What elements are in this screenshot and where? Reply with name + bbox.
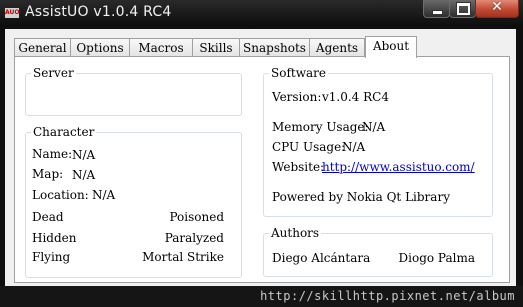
status-hidden: Hidden <box>32 231 77 245</box>
status-paralyzed: Paralyzed <box>164 231 224 245</box>
website-label: Website: <box>272 160 325 174</box>
map-value: N/A <box>72 168 96 182</box>
watermark-text: http://skillhttp.pixnet.net/album <box>0 286 523 307</box>
title-bar[interactable]: AUO AssistUO v1.0.4 RC4 ✕ <box>0 0 523 26</box>
website-link[interactable]: http://www.assistuo.com/ <box>322 160 475 174</box>
author-1: Diego Alcántara <box>272 251 371 265</box>
status-mortal-strike: Mortal Strike <box>142 250 224 264</box>
tab-options[interactable]: Options <box>70 38 130 57</box>
authors-group-title: Authors <box>269 226 322 240</box>
app-icon[interactable]: AUO <box>5 8 19 18</box>
close-button[interactable]: ✕ <box>475 0 519 18</box>
minimize-button[interactable] <box>423 0 450 18</box>
location-label: Location: <box>32 188 89 202</box>
tab-agents[interactable]: Agents <box>309 38 365 57</box>
client-area: General Options Macros Skills Snapshots … <box>5 29 516 286</box>
status-poisoned: Poisoned <box>169 210 224 224</box>
cpu-usage-label: CPU Usage: <box>272 140 346 154</box>
character-group-title: Character <box>31 125 97 139</box>
character-group: Character Name: N/A Map: N/A Location: N… <box>25 125 242 278</box>
server-group-title: Server <box>31 66 76 80</box>
memory-usage-label: Memory Usage: <box>272 120 369 134</box>
name-value: N/A <box>72 148 96 162</box>
map-label: Map: <box>32 167 64 181</box>
status-dead: Dead <box>32 210 64 224</box>
close-icon: ✕ <box>491 0 503 15</box>
memory-usage-value: N/A <box>362 120 386 134</box>
tab-macros[interactable]: Macros <box>129 38 193 57</box>
location-value: N/A <box>92 188 116 202</box>
cpu-usage-value: N/A <box>342 140 366 154</box>
software-group: Software Version: v1.0.4 RC4 Memory Usag… <box>263 66 493 217</box>
minimize-icon <box>432 10 443 15</box>
maximize-button[interactable] <box>449 0 476 18</box>
maximize-icon <box>456 2 471 16</box>
powered-by-text: Powered by Nokia Qt Library <box>272 190 450 204</box>
tab-snapshots[interactable]: Snapshots <box>239 38 310 57</box>
status-flying: Flying <box>32 250 71 264</box>
version-label: Version: <box>272 90 322 104</box>
server-group: Server <box>25 66 242 116</box>
tab-general[interactable]: General <box>14 38 71 57</box>
author-2: Diogo Palma <box>398 251 475 265</box>
about-pane: Server Character Name: N/A Map: N/A Loca… <box>14 56 510 283</box>
app-window: AUO AssistUO v1.0.4 RC4 ✕ General Option… <box>0 0 523 307</box>
software-group-title: Software <box>269 66 328 80</box>
tab-skills[interactable]: Skills <box>192 38 240 57</box>
version-value: v1.0.4 RC4 <box>322 90 389 104</box>
authors-group: Authors Diego Alcántara Diogo Palma <box>263 226 493 277</box>
name-label: Name: <box>32 147 73 161</box>
tab-about[interactable]: About <box>365 36 417 58</box>
window-title: AssistUO v1.0.4 RC4 <box>25 4 172 20</box>
